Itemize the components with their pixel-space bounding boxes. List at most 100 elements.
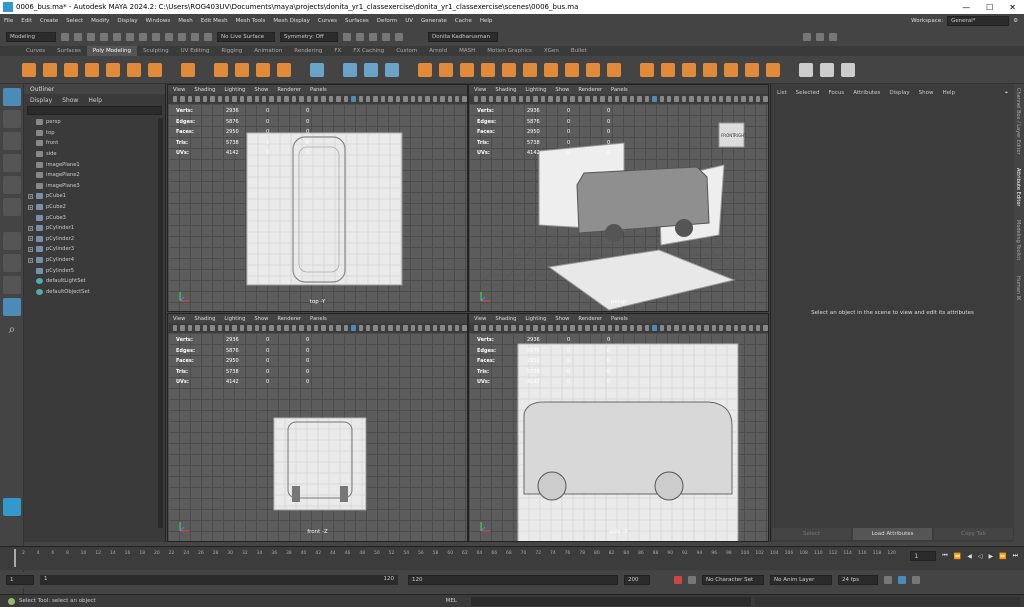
end-time-field[interactable]: 120 <box>408 575 618 585</box>
viewport-menu-view[interactable]: View <box>474 316 486 322</box>
sound-icon[interactable] <box>898 576 906 584</box>
panel-toolbar-icon[interactable] <box>756 325 761 331</box>
outliner-item[interactable]: + pCylinder4 <box>28 255 165 266</box>
pin-icon[interactable]: ⌖ <box>1005 90 1014 97</box>
panel-toolbar-icon[interactable] <box>269 325 274 331</box>
panel-toolbar-icon[interactable] <box>202 325 208 331</box>
fps-select[interactable]: 24 fps <box>838 575 878 585</box>
panel-toolbar-icon[interactable] <box>733 96 739 102</box>
panel-toolbar-icon[interactable] <box>763 325 768 331</box>
panel-toolbar-icon[interactable] <box>187 325 193 331</box>
combine-icon[interactable] <box>343 62 357 77</box>
panel-toolbar-icon[interactable] <box>276 325 282 331</box>
panel-toolbar-icon[interactable] <box>328 96 334 102</box>
viewport-menu-lighting[interactable]: Lighting <box>525 87 546 93</box>
planar-uv-icon[interactable] <box>799 62 813 77</box>
outliner-item[interactable]: + pCube2 <box>28 202 165 213</box>
select-component-icon[interactable] <box>152 33 160 41</box>
menu-windows[interactable]: Windows <box>142 18 175 24</box>
outliner-item[interactable]: imagePlane1 <box>36 159 165 170</box>
play-forward-icon[interactable]: ▶ <box>988 553 993 560</box>
auto-key-icon[interactable] <box>674 576 682 584</box>
panel-toolbar-icon[interactable] <box>674 96 679 102</box>
step-forward-frame-icon[interactable]: ⏩ <box>999 553 1006 560</box>
panel-toolbar-icon[interactable] <box>195 325 200 331</box>
minimize-icon[interactable]: — <box>962 3 970 12</box>
panel-toolbar-icon[interactable] <box>600 325 605 331</box>
panel-toolbar-icon[interactable] <box>622 96 627 102</box>
expand-icon[interactable]: + <box>28 204 33 210</box>
merge-icon[interactable] <box>523 62 537 77</box>
panel-toolbar-icon[interactable] <box>210 325 215 331</box>
maya-home-icon[interactable] <box>3 498 21 516</box>
menu-mesh-display[interactable]: Mesh Display <box>269 18 314 24</box>
outliner-item[interactable]: defaultObjectSet <box>36 287 165 298</box>
viewport-menu-shading[interactable]: Shading <box>194 316 215 322</box>
panel-toolbar-icon[interactable] <box>417 325 423 331</box>
snap-surface-icon[interactable] <box>204 33 212 41</box>
shelf-tab-arnold[interactable]: Arnold <box>423 46 453 56</box>
multi-cut-icon[interactable] <box>544 62 558 77</box>
select-hierarchy-icon[interactable] <box>126 33 134 41</box>
shelf-tab-poly-modeling[interactable]: Poly Modeling <box>86 46 137 56</box>
two-pane-layout-icon[interactable] <box>3 276 21 294</box>
panel-toolbar-icon[interactable] <box>607 96 613 102</box>
panel-toolbar-icon[interactable] <box>336 325 341 331</box>
shelf-tab-rigging[interactable]: Rigging <box>215 46 248 56</box>
panel-toolbar-icon[interactable] <box>306 325 312 331</box>
viewport-menu-lighting[interactable]: Lighting <box>525 316 546 322</box>
shelf-tab-xgen[interactable]: XGen <box>538 46 565 56</box>
load-attributes-button[interactable]: Load Attributes <box>853 528 932 540</box>
poly-torus-icon[interactable] <box>106 62 120 77</box>
four-view-layout-icon[interactable] <box>3 254 21 272</box>
loop-icon[interactable] <box>884 576 892 584</box>
panel-toolbar-icon[interactable] <box>585 96 590 102</box>
panel-toolbar-icon[interactable] <box>659 325 664 331</box>
offset-loop-icon[interactable] <box>682 62 696 77</box>
bridge-icon[interactable] <box>460 62 474 77</box>
viewport-menu-lighting[interactable]: Lighting <box>224 316 245 322</box>
viewcube-right-label[interactable]: RIGHT <box>734 133 747 138</box>
panel-toolbar-icon[interactable] <box>217 96 222 102</box>
panel-toolbar-icon[interactable] <box>711 96 716 102</box>
panel-toolbar-icon[interactable] <box>563 325 568 331</box>
panel-toolbar-icon[interactable] <box>570 96 575 102</box>
panel-toolbar-icon[interactable] <box>711 325 716 331</box>
viewport-menu-renderer[interactable]: Renderer <box>578 316 602 322</box>
panel-toolbar-icon[interactable] <box>474 325 479 331</box>
panel-toolbar-icon[interactable] <box>563 96 568 102</box>
super-shape-icon[interactable] <box>214 62 228 77</box>
edge-loop-icon[interactable] <box>640 62 654 77</box>
smooth-icon[interactable] <box>385 62 399 77</box>
panel-toolbar-icon[interactable] <box>689 325 694 331</box>
outliner-item[interactable]: + pCylinder2 <box>28 234 165 245</box>
target-weld-icon[interactable] <box>565 62 579 77</box>
panel-toolbar-icon[interactable] <box>388 96 393 102</box>
shelf-tab-rendering[interactable]: Rendering <box>288 46 328 56</box>
attr-menu-show[interactable]: Show <box>919 90 934 96</box>
go-to-end-icon[interactable]: ⏭ <box>1013 552 1018 560</box>
maximize-icon[interactable]: ☐ <box>986 3 993 12</box>
go-to-start-icon[interactable]: ⏮ <box>942 552 947 560</box>
panel-toolbar-icon[interactable] <box>496 96 501 102</box>
panel-toolbar-icon[interactable] <box>403 325 408 331</box>
panel-toolbar-icon[interactable] <box>681 96 687 102</box>
svg-tool-icon[interactable] <box>277 62 291 77</box>
panel-toolbar-icon[interactable] <box>262 96 267 102</box>
attr-menu-selected[interactable]: Selected <box>796 90 820 96</box>
shelf-tab-motion-graphics[interactable]: Motion Graphics <box>481 46 538 56</box>
sweep-mesh-icon[interactable] <box>235 62 249 77</box>
panel-toolbar-icon[interactable] <box>474 96 479 102</box>
viewport-menu-view[interactable]: View <box>173 316 185 322</box>
shelf-tab-bullet[interactable]: Bullet <box>565 46 593 56</box>
panel-toolbar-icon[interactable] <box>403 96 408 102</box>
attribute-editor-toggle-icon[interactable] <box>816 33 824 41</box>
panel-toolbar-icon[interactable] <box>351 96 356 102</box>
outliner-item[interactable]: front <box>36 138 165 149</box>
shelf-tab-fx-caching[interactable]: FX Caching <box>347 46 390 56</box>
viewport-menu-panels[interactable]: Panels <box>611 316 628 322</box>
viewport-menu-shading[interactable]: Shading <box>495 316 516 322</box>
viewport-persp[interactable]: View Shading Lighting Show Renderer Panels Ver… <box>468 84 769 312</box>
append-polygon-icon[interactable] <box>724 62 738 77</box>
panel-toolbar-icon[interactable] <box>637 325 642 331</box>
